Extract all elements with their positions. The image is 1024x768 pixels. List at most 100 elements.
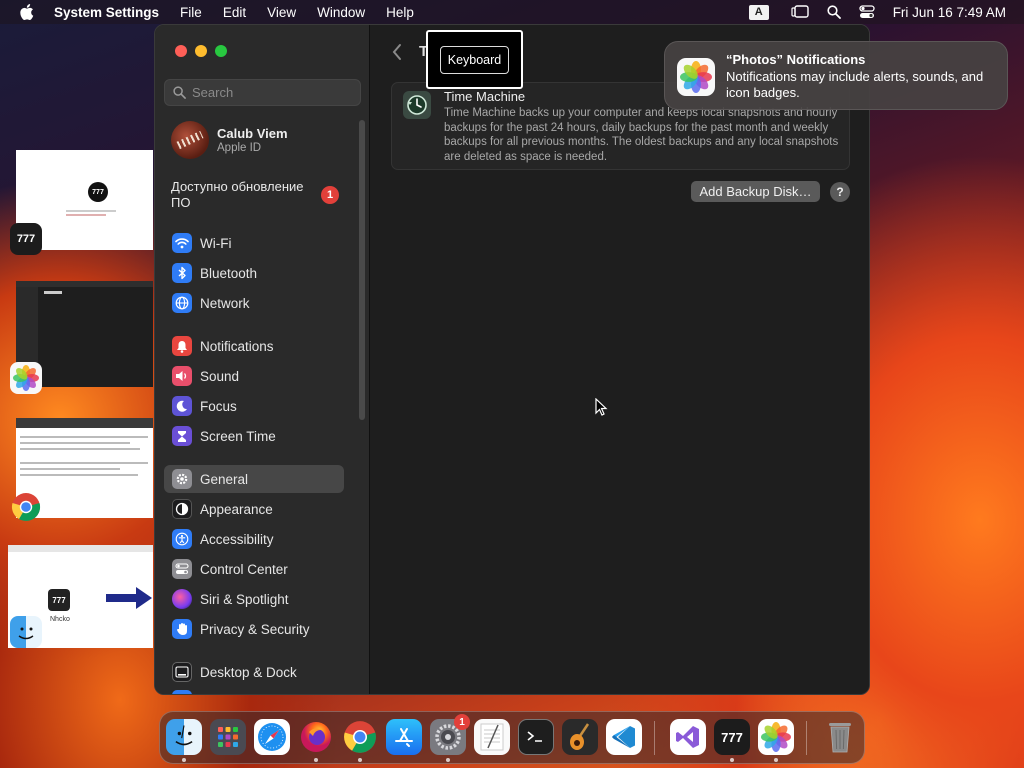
keyboard-tooltip-label: Keyboard — [440, 46, 509, 74]
sidebar-item-wifi[interactable]: Wi-Fi — [164, 229, 344, 257]
system-settings-window: Search Calub Viem Apple ID Доступно обно… — [154, 24, 870, 695]
stage-finder-app-icon[interactable] — [10, 616, 42, 648]
thumbnail-heading — [44, 291, 62, 294]
dock-running-indicator — [182, 758, 186, 762]
sidebar-item-bluetooth[interactable]: Bluetooth — [164, 259, 344, 287]
time-machine-title: Time Machine — [444, 89, 526, 104]
sidebar-item-label: Network — [200, 295, 250, 311]
mouse-pointer-icon — [595, 398, 608, 416]
dock-running-indicator — [446, 758, 450, 762]
menu-app-name[interactable]: System Settings — [54, 5, 159, 20]
input-source-indicator[interactable]: A — [748, 4, 769, 20]
settings-content-pane: T Time Machine Time Machine backs up you… — [371, 25, 869, 694]
time-machine-description: Time Machine backs up your computer and … — [444, 107, 839, 163]
zoom-window-button[interactable] — [215, 45, 227, 57]
apple-menu-icon[interactable] — [20, 4, 34, 20]
dock-terminal-icon[interactable] — [518, 719, 554, 755]
sidebar-item-siri-spotlight[interactable]: Siri & Spotlight — [164, 585, 344, 613]
menu-view[interactable]: View — [267, 5, 296, 20]
stage-photos-app-icon[interactable] — [10, 362, 42, 394]
dock: 1 777 — [159, 711, 865, 764]
dock-finder-icon[interactable] — [166, 719, 202, 755]
stage-777-app-icon[interactable]: 777 — [10, 223, 42, 255]
sidebar-item-control-center[interactable]: Control Center — [164, 555, 344, 583]
minimize-window-button[interactable] — [195, 45, 207, 57]
account-subtitle: Apple ID — [217, 142, 262, 154]
photos-notification-banner[interactable]: “Photos” Notifications Notifications may… — [664, 41, 1008, 110]
sidebar-item-network[interactable]: Network — [164, 289, 344, 317]
sidebar-item-label: General — [200, 471, 249, 487]
menu-bar: System Settings File Edit View Window He… — [0, 0, 1024, 24]
dock-trash-icon[interactable] — [822, 719, 858, 755]
bell-icon — [172, 336, 192, 356]
sidebar-search-field[interactable]: Search — [164, 79, 361, 106]
thumbnail-text-line — [20, 462, 148, 464]
thumbnail-text-line — [20, 442, 130, 444]
dock-running-indicator — [314, 758, 318, 762]
bluetooth-icon — [172, 263, 192, 283]
stage-manager-icon[interactable] — [791, 5, 809, 19]
settings-sidebar: Search Calub Viem Apple ID Доступно обно… — [155, 25, 370, 694]
menu-window[interactable]: Window — [317, 5, 365, 20]
dock-firefox-icon[interactable] — [298, 719, 334, 755]
dock-launchpad-icon[interactable] — [210, 719, 246, 755]
thumbnail-app-logo: 777 — [48, 589, 70, 611]
menu-help[interactable]: Help — [386, 5, 414, 20]
dock-chrome-icon[interactable] — [342, 719, 378, 755]
sidebar-item-sound[interactable]: Sound — [164, 362, 344, 390]
sidebar-item-notifications[interactable]: Notifications — [164, 332, 344, 360]
dock-777-app-icon[interactable]: 777 — [714, 719, 750, 755]
dock-running-indicator — [358, 758, 362, 762]
thumbnail-browser-bar — [16, 418, 153, 428]
control-center-menu-icon[interactable] — [859, 5, 875, 19]
stage-chrome-app-icon[interactable] — [10, 491, 42, 523]
dock-icon — [172, 662, 192, 682]
sidebar-item-accessibility[interactable]: Accessibility — [164, 525, 344, 553]
sidebar-item-screen-time[interactable]: Screen Time — [164, 422, 344, 450]
notification-body: Notifications may include alerts, sounds… — [726, 69, 984, 100]
thumbnail-app-logo: 777 — [88, 182, 108, 202]
dock-safari-icon[interactable] — [254, 719, 290, 755]
update-badge: 1 — [321, 186, 339, 204]
moon-icon — [172, 396, 192, 416]
sidebar-item-general[interactable]: General — [164, 465, 344, 493]
sidebar-item-focus[interactable]: Focus — [164, 392, 344, 420]
thumbnail-text-line — [66, 214, 106, 216]
sidebar-item-label: Sound — [200, 368, 240, 384]
sidebar-item-desktop-dock[interactable]: Desktop & Dock — [164, 658, 344, 686]
appearance-icon — [172, 499, 192, 519]
menu-clock[interactable]: Fri Jun 16 7:49 AM — [893, 5, 1006, 20]
sidebar-item-label: Desktop & Dock — [200, 664, 297, 680]
menu-file[interactable]: File — [180, 5, 202, 20]
apple-id-account[interactable]: Calub Viem Apple ID — [171, 121, 288, 159]
thumbnail-text-line — [20, 448, 140, 450]
dock-photos-icon[interactable] — [758, 719, 794, 755]
dock-visual-studio-icon[interactable] — [670, 719, 706, 755]
gear-icon — [172, 469, 192, 489]
sidebar-item-label: Bluetooth — [200, 265, 258, 281]
add-backup-disk-button[interactable]: Add Backup Disk… — [691, 181, 820, 202]
sidebar-scrollbar[interactable] — [359, 120, 365, 420]
sidebar-item-label: Privacy & Security — [200, 621, 310, 637]
arrow-right-icon — [106, 587, 152, 609]
spotlight-search-icon[interactable] — [827, 5, 841, 19]
software-update-available[interactable]: Доступно обновление ПО — [171, 179, 321, 211]
dock-app-store-icon[interactable] — [386, 719, 422, 755]
help-button[interactable]: ? — [830, 182, 850, 202]
dock-settings-badge: 1 — [454, 714, 470, 730]
thumbnail-text-line — [66, 210, 116, 212]
dock-garageband-icon[interactable] — [562, 719, 598, 755]
close-window-button[interactable] — [175, 45, 187, 57]
hand-icon — [172, 619, 192, 639]
window-controls — [175, 45, 227, 57]
sidebar-item-label: Focus — [200, 398, 237, 414]
menu-edit[interactable]: Edit — [223, 5, 246, 20]
dock-textedit-icon[interactable] — [474, 719, 510, 755]
sidebar-item-label: Screen Time — [200, 428, 276, 444]
dock-running-indicator — [730, 758, 734, 762]
dock-vscode-icon[interactable] — [606, 719, 642, 755]
sidebar-item-privacy-security[interactable]: Privacy & Security — [164, 615, 344, 643]
back-chevron-icon[interactable] — [391, 43, 403, 61]
siri-icon — [172, 589, 192, 609]
sidebar-item-appearance[interactable]: Appearance — [164, 495, 344, 523]
